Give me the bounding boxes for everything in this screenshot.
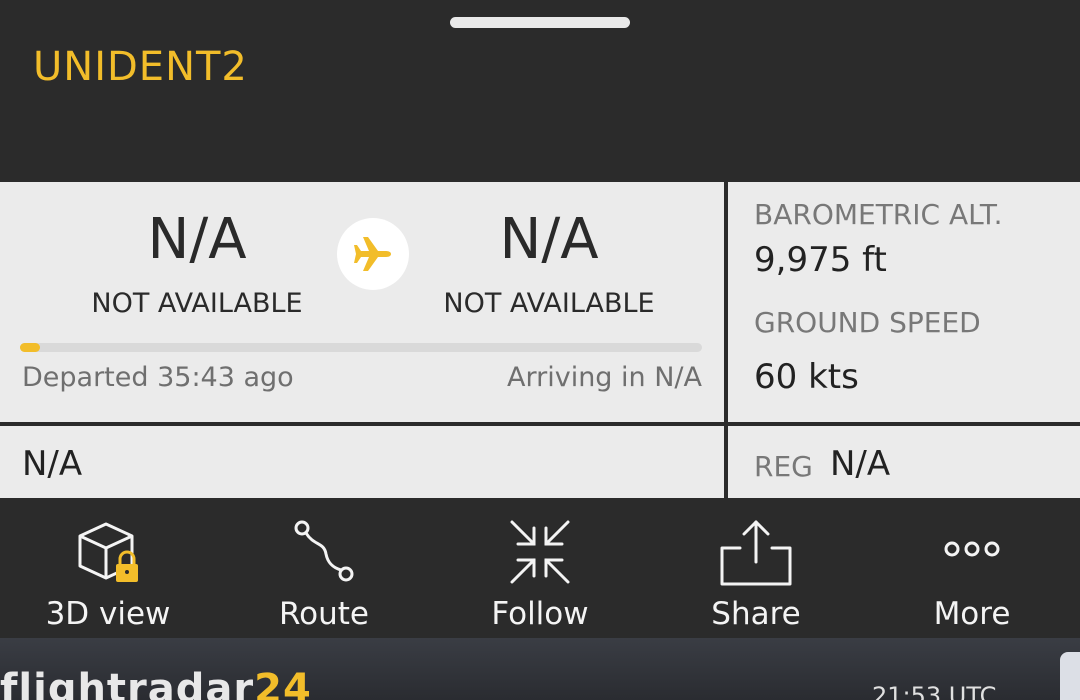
route-panel: N/A NOT AVAILABLE N/A NOT AVAILABLE Depa… [0,182,724,422]
flight-info-sheet: UNIDENT2 N/A NOT AVAILABLE N/A NOT AVAIL… [0,0,1080,638]
flight-callsign: UNIDENT2 [33,44,248,90]
locked-cube-icon [78,522,138,582]
baro-alt-label: BAROMETRIC ALT. [754,198,1003,231]
origin-airport: N/A NOT AVAILABLE [47,207,347,320]
reg-label: REG [754,450,813,483]
route-icon [294,520,354,582]
departed-time: Departed 35:43 ago [22,362,294,393]
more-label: More [933,596,1011,632]
share-label: Share [711,596,801,632]
ground-speed-label: GROUND SPEED [754,306,981,339]
brand-logo: flightradar24 [0,666,312,700]
arrival-time: Arriving in N/A [507,362,702,393]
utc-clock: 21:53 UTC [872,682,997,700]
destination-name: NOT AVAILABLE [443,288,655,319]
3d-view-button[interactable]: 3D view [0,498,216,638]
brand-text: flightradar [0,666,255,700]
route-button[interactable]: Route [216,498,432,638]
more-button[interactable]: More [864,498,1080,638]
destination-code: N/A [499,207,599,272]
share-button[interactable]: Share [648,498,864,638]
ground-speed-value: 60 kts [754,357,859,397]
flight-progress-bar [20,343,702,352]
map-control-button[interactable] [1060,652,1080,700]
brand-accent: 24 [254,666,312,700]
flight-progress-fill [20,343,41,352]
origin-name: NOT AVAILABLE [91,288,303,319]
flight-stats-panel: BAROMETRIC ALT. 9,975 ft GROUND SPEED 60… [728,182,1080,422]
action-toolbar: 3D view Route Follow Share More [0,498,1080,638]
registration-row: REG N/A [728,426,1080,498]
follow-label: Follow [491,596,589,632]
aircraft-type-row: N/A [0,426,724,498]
baro-alt-value: 9,975 ft [754,240,887,280]
origin-code: N/A [147,207,247,272]
reg-value: N/A [830,444,891,484]
destination-airport: N/A NOT AVAILABLE [399,207,699,320]
route-label: Route [279,596,369,632]
more-dots-icon [944,541,1000,557]
flight-header: UNIDENT2 [0,0,1080,182]
aircraft-type: N/A [22,444,83,484]
follow-compress-icon [510,520,570,584]
3d-view-label: 3D view [45,596,171,632]
share-icon [720,520,792,586]
follow-button[interactable]: Follow [432,498,648,638]
